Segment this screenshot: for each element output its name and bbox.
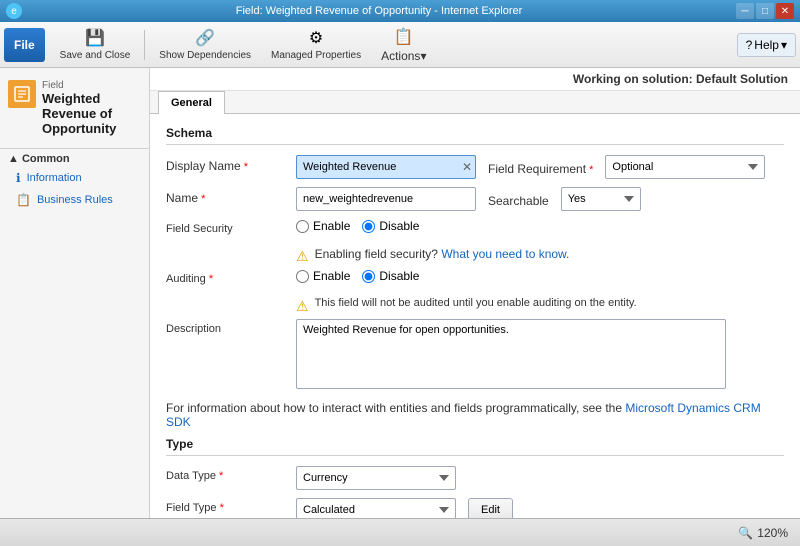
auditing-row: Auditing Enable Disable bbox=[166, 269, 784, 285]
searchable-select[interactable]: Yes No bbox=[561, 187, 641, 211]
display-name-input[interactable] bbox=[296, 155, 476, 179]
actions-icon: 📋 bbox=[394, 27, 414, 47]
show-dependencies-button[interactable]: 🔗 Show Dependencies bbox=[150, 25, 260, 65]
form-content: Schema Display Name ✕ Field Requirement … bbox=[150, 114, 800, 518]
title-bar-text: Field: Weighted Revenue of Opportunity -… bbox=[22, 5, 736, 17]
description-row: Description Weighted Revenue for open op… bbox=[166, 319, 784, 389]
sidebar-item-information[interactable]: ℹ Information bbox=[0, 167, 149, 189]
warning2-icon: ⚠ bbox=[296, 298, 309, 315]
description-label: Description bbox=[166, 319, 296, 335]
actions-button[interactable]: 📋 Actions▾ bbox=[372, 25, 435, 65]
auditing-enable-radio[interactable] bbox=[296, 270, 309, 283]
edit-button[interactable]: Edit bbox=[468, 498, 513, 518]
warning1-text: Enabling field security? What you need t… bbox=[315, 247, 570, 261]
minimize-button[interactable]: ─ bbox=[736, 3, 754, 19]
sdk-link-row: For information about how to interact wi… bbox=[166, 397, 784, 437]
close-button[interactable]: ✕ bbox=[776, 3, 794, 19]
name-controls: Searchable Yes No bbox=[296, 187, 784, 211]
information-icon: ℹ bbox=[16, 171, 21, 185]
business-rules-icon: 📋 bbox=[16, 193, 31, 207]
tab-general[interactable]: General bbox=[158, 91, 225, 114]
auditing-warning: ⚠ This field will not be audited until y… bbox=[166, 293, 784, 319]
field-type-label: Field Type bbox=[166, 498, 296, 514]
tab-bar: General bbox=[150, 91, 800, 114]
name-row: Name Searchable Yes No bbox=[166, 187, 784, 211]
auditing-radio-group: Enable Disable bbox=[296, 269, 419, 283]
field-security-row: Field Security Enable Disable bbox=[166, 219, 784, 235]
data-type-select[interactable]: Currency Decimal Float Integer bbox=[296, 466, 456, 490]
app-icon: e bbox=[6, 3, 22, 19]
common-section-label: ▲ Common bbox=[0, 148, 149, 167]
help-button[interactable]: ? Help ▾ bbox=[737, 33, 796, 57]
name-input[interactable] bbox=[296, 187, 476, 211]
save-close-button[interactable]: 💾 Save and Close bbox=[51, 25, 140, 65]
main-container: Field Weighted Revenue of Opportunity ▲ … bbox=[0, 68, 800, 518]
data-type-row: Data Type Currency Decimal Float Integer bbox=[166, 466, 784, 490]
display-name-row: Display Name ✕ Field Requirement Optiona… bbox=[166, 155, 784, 179]
restore-button[interactable]: □ bbox=[756, 3, 774, 19]
entity-type-label: Field bbox=[42, 80, 141, 91]
display-name-label: Display Name bbox=[166, 155, 296, 173]
solution-bar: Working on solution: Default Solution bbox=[150, 68, 800, 91]
content-area: Working on solution: Default Solution Ge… bbox=[150, 68, 800, 518]
toolbar: File 💾 Save and Close 🔗 Show Dependencie… bbox=[0, 22, 800, 68]
auditing-enable-option[interactable]: Enable bbox=[296, 269, 350, 283]
warning1-icon: ⚠ bbox=[296, 248, 309, 265]
description-input[interactable]: Weighted Revenue for open opportunities. bbox=[296, 319, 726, 389]
zoom-icon: 🔍 bbox=[738, 526, 753, 540]
zoom-control: 🔍 120% bbox=[738, 526, 788, 540]
display-name-controls: ✕ Field Requirement Optional Required Re… bbox=[296, 155, 784, 179]
entity-header: Field Weighted Revenue of Opportunity bbox=[0, 76, 149, 144]
name-label: Name bbox=[166, 187, 296, 205]
auditing-disable-radio[interactable] bbox=[362, 270, 375, 283]
field-security-disable-option[interactable]: Disable bbox=[362, 219, 419, 233]
type-section-title: Type bbox=[166, 437, 784, 456]
field-requirement-label: Field Requirement bbox=[488, 158, 593, 176]
data-type-label: Data Type bbox=[166, 466, 296, 482]
field-type-row: Field Type Simple Calculated Rollup Edit bbox=[166, 498, 784, 518]
zoom-label: 120% bbox=[757, 526, 788, 540]
field-security-label: Field Security bbox=[166, 219, 296, 235]
title-bar: e Field: Weighted Revenue of Opportunity… bbox=[0, 0, 800, 22]
file-button[interactable]: File bbox=[4, 28, 45, 62]
field-security-radio-group: Enable Disable bbox=[296, 219, 419, 233]
entity-icon bbox=[8, 80, 36, 108]
sidebar: Field Weighted Revenue of Opportunity ▲ … bbox=[0, 68, 150, 518]
field-security-warning: ⚠ Enabling field security? What you need… bbox=[166, 243, 784, 269]
sidebar-item-business-rules[interactable]: 📋 Business Rules bbox=[0, 189, 149, 211]
dependencies-icon: 🔗 bbox=[195, 28, 215, 48]
separator-1 bbox=[144, 30, 145, 60]
display-name-input-wrapper: ✕ bbox=[296, 155, 476, 179]
warning1-link[interactable]: What you need to know. bbox=[441, 247, 569, 261]
status-bar: 🔍 120% bbox=[0, 518, 800, 546]
field-type-controls: Simple Calculated Rollup Edit bbox=[296, 498, 784, 518]
field-security-enable-radio[interactable] bbox=[296, 220, 309, 233]
business-rules-label: Business Rules bbox=[37, 194, 113, 206]
schema-section-title: Schema bbox=[166, 126, 784, 145]
clear-display-name-button[interactable]: ✕ bbox=[462, 160, 472, 174]
auditing-label: Auditing bbox=[166, 269, 296, 285]
field-security-enable-option[interactable]: Enable bbox=[296, 219, 350, 233]
field-requirement-select[interactable]: Optional Required Recommended bbox=[605, 155, 765, 179]
field-security-disable-radio[interactable] bbox=[362, 220, 375, 233]
auditing-disable-option[interactable]: Disable bbox=[362, 269, 419, 283]
window-controls: ─ □ ✕ bbox=[736, 3, 794, 19]
save-close-icon: 💾 bbox=[85, 28, 105, 48]
properties-icon: ⚙ bbox=[309, 28, 323, 48]
searchable-label: Searchable bbox=[488, 190, 549, 208]
warning2-text: This field will not be audited until you… bbox=[315, 297, 637, 309]
information-label: Information bbox=[27, 172, 82, 184]
help-icon: ? bbox=[746, 38, 753, 52]
managed-properties-button[interactable]: ⚙ Managed Properties bbox=[262, 25, 370, 65]
entity-name-label: Weighted Revenue of Opportunity bbox=[42, 91, 141, 136]
field-type-select[interactable]: Simple Calculated Rollup bbox=[296, 498, 456, 518]
